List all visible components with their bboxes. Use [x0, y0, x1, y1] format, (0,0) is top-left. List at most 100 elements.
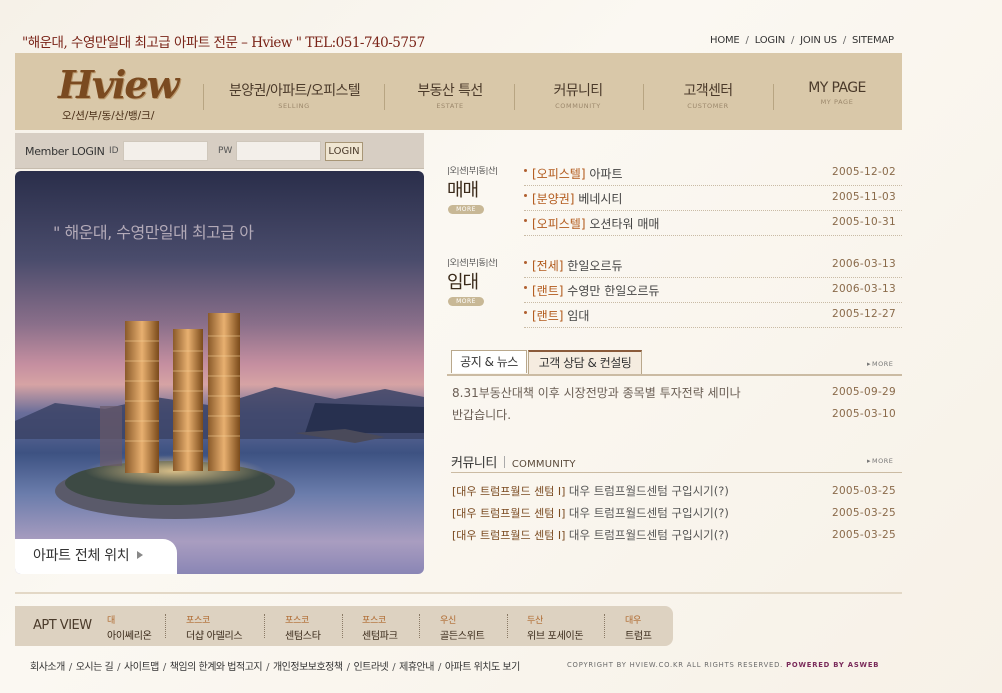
tabs-more-link[interactable]: MORE — [867, 360, 893, 368]
copyright-text: COPYRIGHT BY HVIEW.CO.KR ALL RIGHTS RESE… — [567, 661, 784, 669]
notice-title[interactable]: 8.31부동산대책 이후 시장전망과 종목별 투자전략 세미나 — [452, 386, 741, 400]
item-title[interactable]: 베네시티 — [578, 192, 622, 206]
item-title[interactable]: 아파트 — [589, 167, 622, 181]
top-nav-home[interactable]: HOME — [710, 35, 740, 46]
bullet-icon — [524, 311, 527, 314]
list-item[interactable]: [랜트] 수영만 한일오르듀 2006-03-13 — [524, 278, 902, 303]
footer-link[interactable]: 제휴안내 — [399, 662, 434, 673]
apt-brand: 대우 — [625, 616, 641, 626]
list-item[interactable]: [대우 트럼프월드 센텀 I] 대우 트럼프월드센텀 구입시기(?) 2005-0… — [452, 527, 902, 549]
sale-heading: |오|션|부|동|산| 매매 — [447, 165, 498, 202]
top-nav-login[interactable]: LOGIN — [755, 35, 785, 46]
post-title[interactable]: 대우 트럼프월드센텀 구입시기(?) — [569, 506, 729, 520]
apt-name: 아이쎄리온 — [107, 631, 152, 642]
post-date: 2005-03-25 — [831, 485, 896, 497]
sale-list: [오피스텔] 아파트 2005-12-02 [분양권] 베네시티 2005-11-0… — [524, 161, 902, 236]
apt-link[interactable]: 두산 위브 포세이돈 — [527, 613, 584, 642]
divider — [503, 456, 505, 468]
list-item[interactable]: [전세] 한일오르듀 2006-03-13 — [524, 253, 902, 278]
bullet-icon — [524, 194, 527, 197]
apt-brand: 포스코 — [362, 616, 386, 626]
item-category: [전세] — [532, 259, 564, 273]
footer-link[interactable]: 사이트맵 — [124, 662, 159, 673]
apt-link[interactable]: 포스코 센텀스타 — [285, 613, 321, 642]
post-title[interactable]: 대우 트럼프월드센텀 구입시기(?) — [569, 528, 729, 542]
pw-input[interactable] — [236, 141, 321, 161]
item-date: 2005-10-31 — [831, 216, 896, 228]
post-date: 2005-03-25 — [831, 507, 896, 519]
item-category: [랜트] — [532, 309, 564, 323]
nav-estate-label: 부동산 특선 — [417, 83, 483, 99]
divider — [165, 614, 166, 638]
post-tag: [대우 트럼프월드 센텀 I] — [452, 485, 566, 498]
nav-community[interactable]: 커뮤니티 COMMUNITY — [513, 80, 643, 110]
nav-mypage-label: MY PAGE — [808, 80, 866, 96]
footer-link[interactable]: 오시는 길 — [76, 662, 114, 673]
list-item[interactable]: 8.31부동산대책 이후 시장전망과 종목별 투자전략 세미나 2005-09-2… — [452, 384, 902, 406]
apt-link[interactable]: 포스코 센텀파크 — [362, 613, 398, 642]
item-date: 2006-03-13 — [831, 283, 896, 295]
id-input[interactable] — [123, 141, 208, 161]
footer-link[interactable]: 책임의 한계와 법적고지 — [170, 662, 263, 673]
apt-brand: 대 — [107, 616, 115, 626]
bullet-icon — [524, 169, 527, 172]
notice-title[interactable]: 반갑습니다. — [452, 408, 511, 422]
list-item[interactable]: [대우 트럼프월드 센텀 I] 대우 트럼프월드센텀 구입시기(?) 2005-0… — [452, 483, 902, 505]
copyright: COPYRIGHT BY HVIEW.CO.KR ALL RIGHTS RESE… — [567, 661, 879, 669]
footer-link[interactable]: 인트라넷 — [353, 662, 388, 673]
apt-name: 트럼프 — [625, 631, 652, 642]
bullet-icon — [524, 286, 527, 289]
footer-link[interactable]: 개인정보보호정책 — [273, 662, 343, 673]
nav-mypage[interactable]: MY PAGE MY PAGE — [772, 80, 902, 106]
rent-heading-title: 임대 — [447, 272, 479, 293]
footer-link[interactable]: 아파트 위치도 보기 — [445, 662, 520, 673]
list-item[interactable]: [오피스텔] 오션타워 매매 2005-10-31 — [524, 211, 902, 236]
site-logo[interactable]: Hview 오/션/부/동/산/뱅/크/ — [58, 62, 179, 124]
hero-caption: " 해운대, 수영만일대 최고급 아 — [53, 223, 254, 242]
bullet-icon — [524, 219, 527, 222]
list-item[interactable]: [오피스텔] 아파트 2005-12-02 — [524, 161, 902, 186]
divider — [419, 614, 420, 638]
tab-notice-news[interactable]: 공지 & 뉴스 — [451, 350, 527, 373]
item-date: 2006-03-13 — [831, 258, 896, 270]
top-nav-join[interactable]: JOIN US — [800, 35, 837, 46]
top-nav-sitemap[interactable]: SITEMAP — [852, 35, 894, 46]
nav-customer[interactable]: 고객센터 CUSTOMER — [643, 80, 773, 110]
apt-view-bar: APT VIEW 대 아이쎄리온 포스코 더샵 아델리스 포스코 센텀스타 포스코 센텀… — [15, 606, 673, 646]
list-item[interactable]: [대우 트럼프월드 센텀 I] 대우 트럼프월드센텀 구입시기(?) 2005-0… — [452, 505, 902, 527]
list-item[interactable]: [분양권] 베네시티 2005-11-03 — [524, 186, 902, 211]
tab-consulting[interactable]: 고객 상담 & 컨설팅 — [528, 350, 642, 374]
login-button[interactable]: LOGIN — [325, 142, 363, 161]
item-title[interactable]: 수영만 한일오르듀 — [567, 284, 659, 298]
list-item[interactable]: [랜트] 임대 2005-12-27 — [524, 303, 902, 328]
rent-more-button[interactable]: MORE — [448, 297, 484, 306]
list-item[interactable]: 반갑습니다. 2005-03-10 — [452, 406, 902, 428]
apt-link[interactable]: 우신 골든스위트 — [440, 613, 485, 642]
apt-link[interactable]: 포스코더샵 아델리스 — [186, 613, 243, 642]
community-more-link[interactable]: MORE — [867, 457, 893, 465]
apt-name: 더샵 아델리스 — [186, 631, 243, 642]
apt-link[interactable]: 대아이쎄리온 — [107, 613, 152, 642]
item-category: [오피스텔] — [532, 217, 586, 231]
apt-brand: 포스코 — [285, 616, 309, 626]
item-title[interactable]: 한일오르듀 — [567, 259, 622, 273]
apt-brand: 포스코 — [186, 616, 210, 626]
divider — [264, 614, 265, 638]
item-date: 2005-11-03 — [831, 191, 896, 203]
item-title[interactable]: 오션타워 매매 — [589, 217, 659, 231]
member-login-label: Member LOGIN — [25, 145, 105, 158]
apt-link[interactable]: 대우트럼프 — [625, 613, 652, 642]
item-title[interactable]: 임대 — [567, 309, 589, 323]
community-title-ko: 커뮤니티 — [451, 456, 497, 471]
nav-selling[interactable]: 분양권/아파트/오피스텔 SELLING — [229, 80, 361, 110]
sale-more-button[interactable]: MORE — [448, 205, 484, 214]
divider — [507, 614, 508, 638]
post-date: 2005-03-25 — [831, 529, 896, 541]
apt-brand: 우신 — [440, 616, 456, 626]
apartment-location-button[interactable]: 아파트 전체 위치 — [15, 539, 177, 574]
footer-link[interactable]: 회사소개 — [30, 662, 65, 673]
nav-estate[interactable]: 부동산 특선 ESTATE — [385, 80, 515, 110]
post-title[interactable]: 대우 트럼프월드센텀 구입시기(?) — [569, 484, 729, 498]
pw-label: PW — [218, 146, 233, 156]
member-login-bar: Member LOGIN ID PW LOGIN — [15, 133, 424, 169]
